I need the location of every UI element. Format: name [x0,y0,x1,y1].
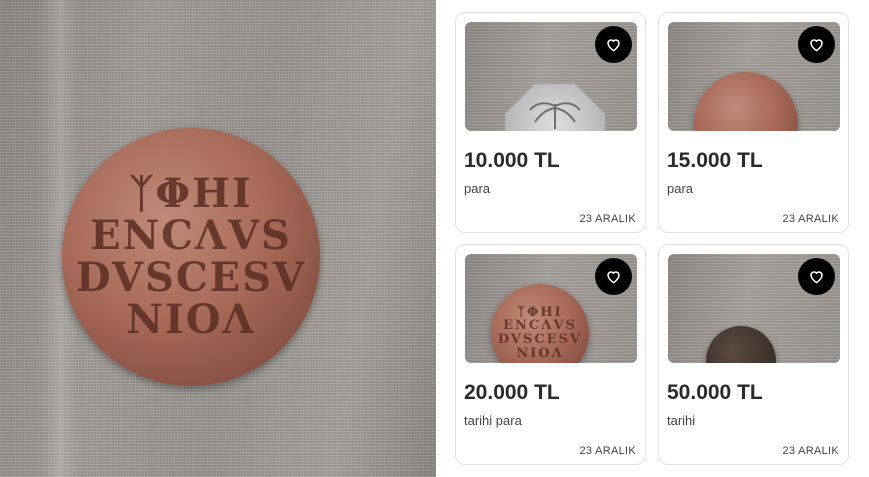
coin-inscription-line: ENCΛVS [503,318,577,334]
listing-card[interactable]: 10.000 TL para 23 ARALIK [455,12,646,233]
heart-outline-icon [607,271,620,284]
listing-card[interactable]: ᛉΦΗΙ ENCΛVS DVSCESV ΝΙΟΛ 20.000 TL tarih… [455,244,646,465]
heart-outline-icon [607,39,620,52]
listing-title: para [667,181,694,196]
listing-price: 50.000 TL [667,381,763,404]
favorite-button[interactable] [595,258,632,295]
favorite-button[interactable] [595,26,632,63]
coin-inscription-line: DVSCESV [497,332,583,347]
listing-price: 20.000 TL [464,381,560,404]
coin-inscription-line: DVSCESV [75,254,307,301]
listing-date: 23 ARALIK [782,445,839,457]
heart-outline-icon [810,271,823,284]
coin-inscription-line: ENCΛVS [90,212,292,259]
listing-date: 23 ARALIK [579,213,636,225]
listing-title: para [464,181,491,196]
coin-inscription-line: ΝΙΟΛ [516,345,564,361]
heart-outline-icon [810,39,823,52]
hero-photo: ᛉΦΗΙ ENCΛVS DVSCESV ΝΙΟΛ [0,0,436,477]
coin-image [505,84,605,131]
listing-title: tarihi para [464,413,522,428]
coin-inscription-line: ᛉΦΗΙ [517,304,563,320]
listing-price: 10.000 TL [464,149,560,172]
listing-date: 23 ARALIK [782,213,839,225]
listing-card[interactable]: 15.000 TL para 23 ARALIK [658,12,849,233]
coin-inscription-line: ᛉΦΗΙ [129,170,253,217]
favorite-button[interactable] [798,26,835,63]
coin-image [706,326,776,363]
listing-price: 15.000 TL [667,149,763,172]
coin-image: ᛉΦΗΙ ENCΛVS DVSCESV ΝΙΟΛ [491,284,589,363]
coin-image [694,72,798,131]
listing-date: 23 ARALIK [579,445,636,457]
listing-title: tarihi [667,413,696,428]
listing-card[interactable]: 50.000 TL tarihi 23 ARALIK [658,244,849,465]
coin-inscription-line: ΝΙΟΛ [126,296,256,343]
favorite-button[interactable] [798,258,835,295]
hero-coin: ᛉΦΗΙ ENCΛVS DVSCESV ΝΙΟΛ [62,128,320,386]
